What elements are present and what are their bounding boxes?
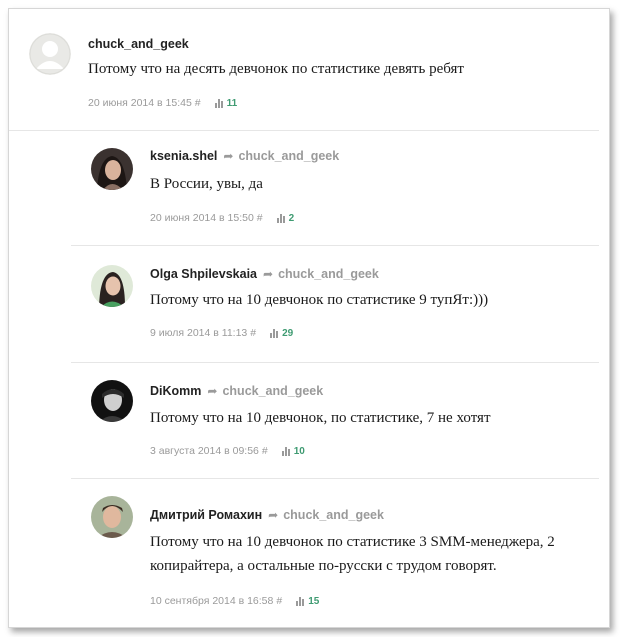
comment-author[interactable]: DiKomm — [150, 384, 201, 398]
comment-author-line: chuck_and_geek — [88, 37, 189, 51]
permalink-hash[interactable]: # — [276, 595, 282, 607]
comment-meta: 20 июня 2014 в 15:50 # 2 — [150, 212, 294, 224]
vote-count[interactable]: 29 — [282, 328, 293, 339]
reply-item: DiKomm ➦ chuck_and_geek Потому что на 10 д… — [71, 362, 599, 479]
reply-item: ksenia.shel ➦ chuck_and_geek В России, увы… — [71, 130, 599, 246]
user-avatar[interactable] — [91, 265, 133, 307]
comment-date[interactable]: 10 сентября 2014 в 16:58 — [150, 595, 273, 607]
comment-item: chuck_and_geek Потому что на десять девч… — [9, 9, 599, 131]
user-avatar[interactable] — [91, 380, 133, 422]
comment-date[interactable]: 20 июня 2014 в 15:45 — [88, 97, 192, 109]
comment-text-line: Потому что на 10 девчонок по статистике … — [150, 534, 555, 550]
permalink-hash[interactable]: # — [250, 327, 256, 339]
vote-count[interactable]: 15 — [308, 596, 319, 607]
comment-text: Потому что на 10 девчонок по статистике … — [150, 292, 489, 308]
rating-bars-icon — [276, 213, 285, 223]
rating-bars-icon — [281, 446, 290, 456]
comment-meta: 3 августа 2014 в 09:56 # 10 — [150, 445, 305, 457]
comment-text: Потому что на десять девчонок по статист… — [88, 61, 464, 77]
comments-card: chuck_and_geek Потому что на десять девч… — [8, 8, 610, 628]
default-avatar-icon[interactable] — [29, 33, 71, 75]
reply-arrow-icon: ➦ — [207, 384, 218, 398]
reply-item: Olga Shpilevskaia ➦ chuck_and_geek Потому … — [71, 245, 599, 363]
comment-author-line: ksenia.shel ➦ chuck_and_geek — [150, 149, 339, 163]
comment-author-line: Дмитрий Ромахин ➦ chuck_and_geek — [150, 508, 384, 522]
comment-meta: 20 июня 2014 в 15:45 # 11 — [88, 97, 237, 109]
vote-count[interactable]: 10 — [294, 446, 305, 457]
comment-text: В России, увы, да — [150, 176, 263, 192]
reply-to-author[interactable]: chuck_and_geek — [278, 267, 379, 281]
rating-bars-icon — [270, 328, 279, 338]
permalink-hash[interactable]: # — [262, 445, 268, 457]
comment-author[interactable]: Дмитрий Ромахин — [150, 508, 262, 522]
reply-item: Дмитрий Ромахин ➦ chuck_and_geek Потому чт… — [71, 478, 599, 626]
vote-count[interactable]: 2 — [289, 213, 295, 224]
reply-to-author[interactable]: chuck_and_geek — [238, 149, 339, 163]
comment-date[interactable]: 20 июня 2014 в 15:50 — [150, 212, 254, 224]
comment-text-line: копирайтера, а остальные по-русски с тру… — [150, 558, 497, 574]
reply-arrow-icon: ➦ — [223, 149, 234, 163]
reply-arrow-icon: ➦ — [263, 267, 274, 281]
user-avatar[interactable] — [91, 148, 133, 190]
reply-to-author[interactable]: chuck_and_geek — [222, 384, 323, 398]
comment-date[interactable]: 3 августа 2014 в 09:56 — [150, 445, 259, 457]
rating-bars-icon — [296, 596, 305, 606]
user-avatar[interactable] — [91, 496, 133, 538]
vote-count[interactable]: 11 — [227, 98, 238, 109]
permalink-hash[interactable]: # — [257, 212, 263, 224]
comment-meta: 9 июля 2014 в 11:13 # 29 — [150, 327, 293, 339]
comment-meta: 10 сентября 2014 в 16:58 # 15 — [150, 595, 319, 607]
comment-author[interactable]: ksenia.shel — [150, 149, 217, 163]
reply-to-author[interactable]: chuck_and_geek — [283, 508, 384, 522]
comment-date[interactable]: 9 июля 2014 в 11:13 — [150, 327, 247, 339]
comment-text: Потому что на 10 девчонок, по статистике… — [150, 410, 491, 426]
comment-author[interactable]: chuck_and_geek — [88, 37, 189, 51]
comment-author[interactable]: Olga Shpilevskaia — [150, 267, 257, 281]
rating-bars-icon — [214, 98, 223, 108]
comment-author-line: DiKomm ➦ chuck_and_geek — [150, 384, 323, 398]
comment-text: Потому что на 10 девчонок по статистике … — [150, 530, 555, 578]
comment-author-line: Olga Shpilevskaia ➦ chuck_and_geek — [150, 267, 379, 281]
reply-arrow-icon: ➦ — [268, 508, 279, 522]
permalink-hash[interactable]: # — [195, 97, 201, 109]
